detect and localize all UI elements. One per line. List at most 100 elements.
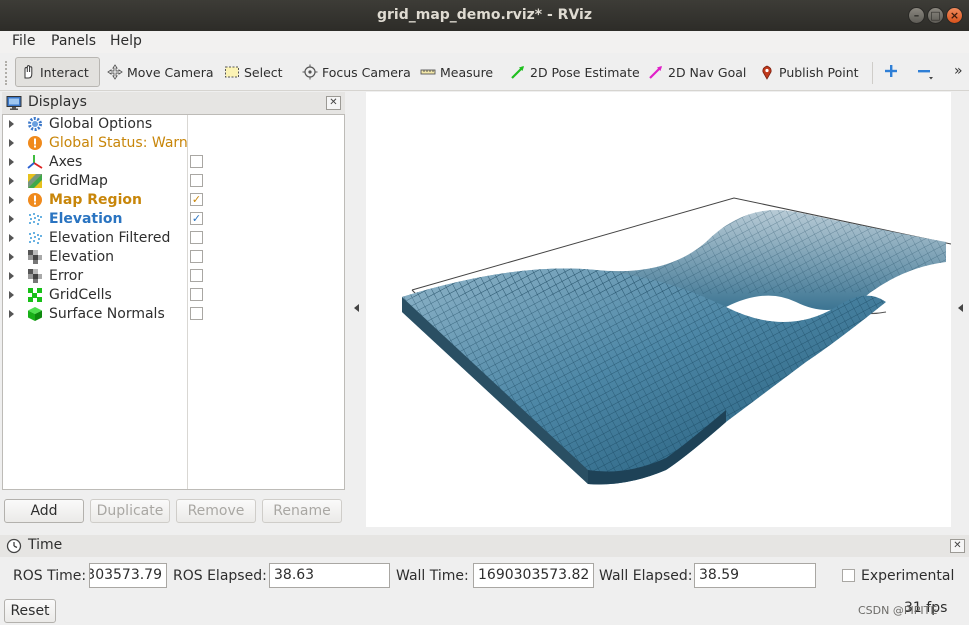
focus-camera-label: Focus Camera: [322, 64, 411, 80]
toolbar-grip[interactable]: [5, 61, 9, 85]
display-item-label: Global Options: [49, 116, 153, 132]
pose-estimate-tool[interactable]: 2D Pose Estimate: [506, 57, 644, 87]
interact-tool[interactable]: Interact: [15, 57, 100, 87]
wall-elapsed-field[interactable]: 38.59: [694, 563, 816, 588]
move-camera-label: Move Camera: [127, 64, 214, 80]
close-icon[interactable]: ×: [946, 7, 963, 24]
window-title: grid_map_demo.rviz* - RViz: [376, 7, 593, 23]
ros-elapsed-field[interactable]: 38.63: [269, 563, 390, 588]
display-item-surface-normals[interactable]: Surface Normals: [3, 305, 343, 324]
displays-header: Displays ✕: [2, 92, 345, 114]
expand-arrow-icon[interactable]: [9, 196, 14, 204]
display-item-label: Map Region: [49, 192, 142, 208]
toolbar: Interact Move Camera Select Focus Camera…: [0, 53, 969, 91]
display-item-gridmap[interactable]: GridMap: [3, 172, 343, 191]
green-cells-icon: [27, 287, 43, 303]
axes-icon: [27, 154, 43, 170]
move-camera-tool[interactable]: Move Camera: [103, 57, 218, 87]
collapse-left-arrow-icon[interactable]: [354, 304, 359, 312]
nav-goal-label: 2D Nav Goal: [668, 64, 747, 80]
right-dock-splitter[interactable]: [952, 92, 969, 527]
remove-button[interactable]: Remove: [176, 499, 256, 523]
publish-point-tool[interactable]: Publish Point: [755, 57, 863, 87]
add-tool-plus-icon[interactable]: [883, 63, 899, 79]
display-enable-checkbox[interactable]: ✓: [190, 193, 203, 206]
display-item-label: GridCells: [49, 287, 112, 303]
remove-tool-minus-icon[interactable]: [916, 63, 934, 81]
maximize-icon[interactable]: □: [927, 7, 944, 24]
displays-close-icon[interactable]: ✕: [326, 96, 341, 110]
duplicate-button[interactable]: Duplicate: [90, 499, 170, 523]
ros-time-field[interactable]: 1690303573.79: [89, 563, 167, 588]
ros-elapsed-label: ROS Elapsed:: [173, 568, 267, 584]
select-tool[interactable]: Select: [220, 57, 287, 87]
toolbar-overflow-icon[interactable]: »: [954, 63, 963, 79]
experimental-checkbox[interactable]: [842, 569, 855, 582]
window-titlebar: grid_map_demo.rviz* - RViz – □ ×: [0, 0, 969, 31]
display-item-label: Surface Normals: [49, 306, 165, 322]
pointcloud-icon: [27, 211, 43, 227]
expand-arrow-icon[interactable]: [9, 291, 14, 299]
display-item-gridcells[interactable]: GridCells: [3, 286, 343, 305]
hand-cursor-icon: [20, 64, 36, 80]
expand-arrow-icon[interactable]: [9, 234, 14, 242]
display-item-label: Error: [49, 268, 84, 284]
nav-goal-tool[interactable]: 2D Nav Goal: [644, 57, 750, 87]
grid-cells-icon: [27, 249, 43, 265]
wall-elapsed-label: Wall Elapsed:: [599, 568, 693, 584]
display-item-elevation-cells[interactable]: Elevation: [3, 248, 343, 267]
menu-file[interactable]: File: [12, 33, 35, 49]
expand-arrow-icon[interactable]: [9, 158, 14, 166]
display-enable-checkbox[interactable]: [190, 231, 203, 244]
warning-icon: [27, 192, 43, 208]
display-item-axes[interactable]: Axes: [3, 153, 343, 172]
interact-label: Interact: [40, 64, 89, 80]
green-arrow-icon: [510, 64, 526, 80]
display-enable-checkbox[interactable]: [190, 250, 203, 263]
watermark-text: CSDN @PIPITE: [858, 604, 938, 617]
pose-estimate-label: 2D Pose Estimate: [530, 64, 640, 80]
clock-icon: [6, 538, 22, 554]
display-enable-checkbox[interactable]: [190, 307, 203, 320]
minimize-icon[interactable]: –: [908, 7, 925, 24]
3d-render-view[interactable]: [366, 92, 951, 527]
display-enable-checkbox[interactable]: [190, 174, 203, 187]
expand-arrow-icon[interactable]: [9, 310, 14, 318]
wall-time-field[interactable]: 1690303573.82: [473, 563, 594, 588]
focus-camera-tool[interactable]: Focus Camera: [298, 57, 415, 87]
expand-arrow-icon[interactable]: [9, 272, 14, 280]
display-item-global-options[interactable]: Global Options: [3, 115, 343, 134]
reset-button[interactable]: Reset: [4, 599, 56, 623]
display-enable-checkbox[interactable]: [190, 288, 203, 301]
expand-arrow-icon[interactable]: [9, 120, 14, 128]
rename-button[interactable]: Rename: [262, 499, 342, 523]
time-panel: ROS Time: 1690303573.79 ROS Elapsed: 38.…: [0, 557, 969, 625]
menubar: File Panels Help: [0, 31, 969, 53]
expand-arrow-icon[interactable]: [9, 253, 14, 261]
menu-help[interactable]: Help: [110, 33, 142, 49]
expand-arrow-icon[interactable]: [9, 215, 14, 223]
select-label: Select: [244, 64, 283, 80]
expand-arrow-icon[interactable]: [9, 177, 14, 185]
collapse-right-arrow-icon[interactable]: [958, 304, 963, 312]
display-enable-checkbox[interactable]: ✓: [190, 212, 203, 225]
display-item-map-region[interactable]: Map Region ✓: [3, 191, 343, 210]
display-item-label: Elevation: [49, 211, 123, 227]
measure-tool[interactable]: Measure: [416, 57, 497, 87]
display-enable-checkbox[interactable]: [190, 155, 203, 168]
display-enable-checkbox[interactable]: [190, 269, 203, 282]
display-item-global-status[interactable]: Global Status: Warn: [3, 134, 343, 153]
add-button[interactable]: Add: [4, 499, 84, 523]
display-item-label: Elevation Filtered: [49, 230, 171, 246]
display-item-error[interactable]: Error: [3, 267, 343, 286]
time-panel-close-icon[interactable]: ✕: [950, 539, 965, 553]
menu-panels[interactable]: Panels: [51, 33, 96, 49]
left-dock-splitter[interactable]: [348, 92, 364, 527]
warning-icon: [27, 135, 43, 151]
display-item-elevation-filtered[interactable]: Elevation Filtered: [3, 229, 343, 248]
expand-arrow-icon[interactable]: [9, 139, 14, 147]
display-item-elevation-pointcloud[interactable]: Elevation ✓: [3, 210, 343, 229]
experimental-label: Experimental: [861, 568, 955, 584]
display-item-label: Elevation: [49, 249, 115, 265]
time-panel-title: Time: [28, 537, 63, 553]
